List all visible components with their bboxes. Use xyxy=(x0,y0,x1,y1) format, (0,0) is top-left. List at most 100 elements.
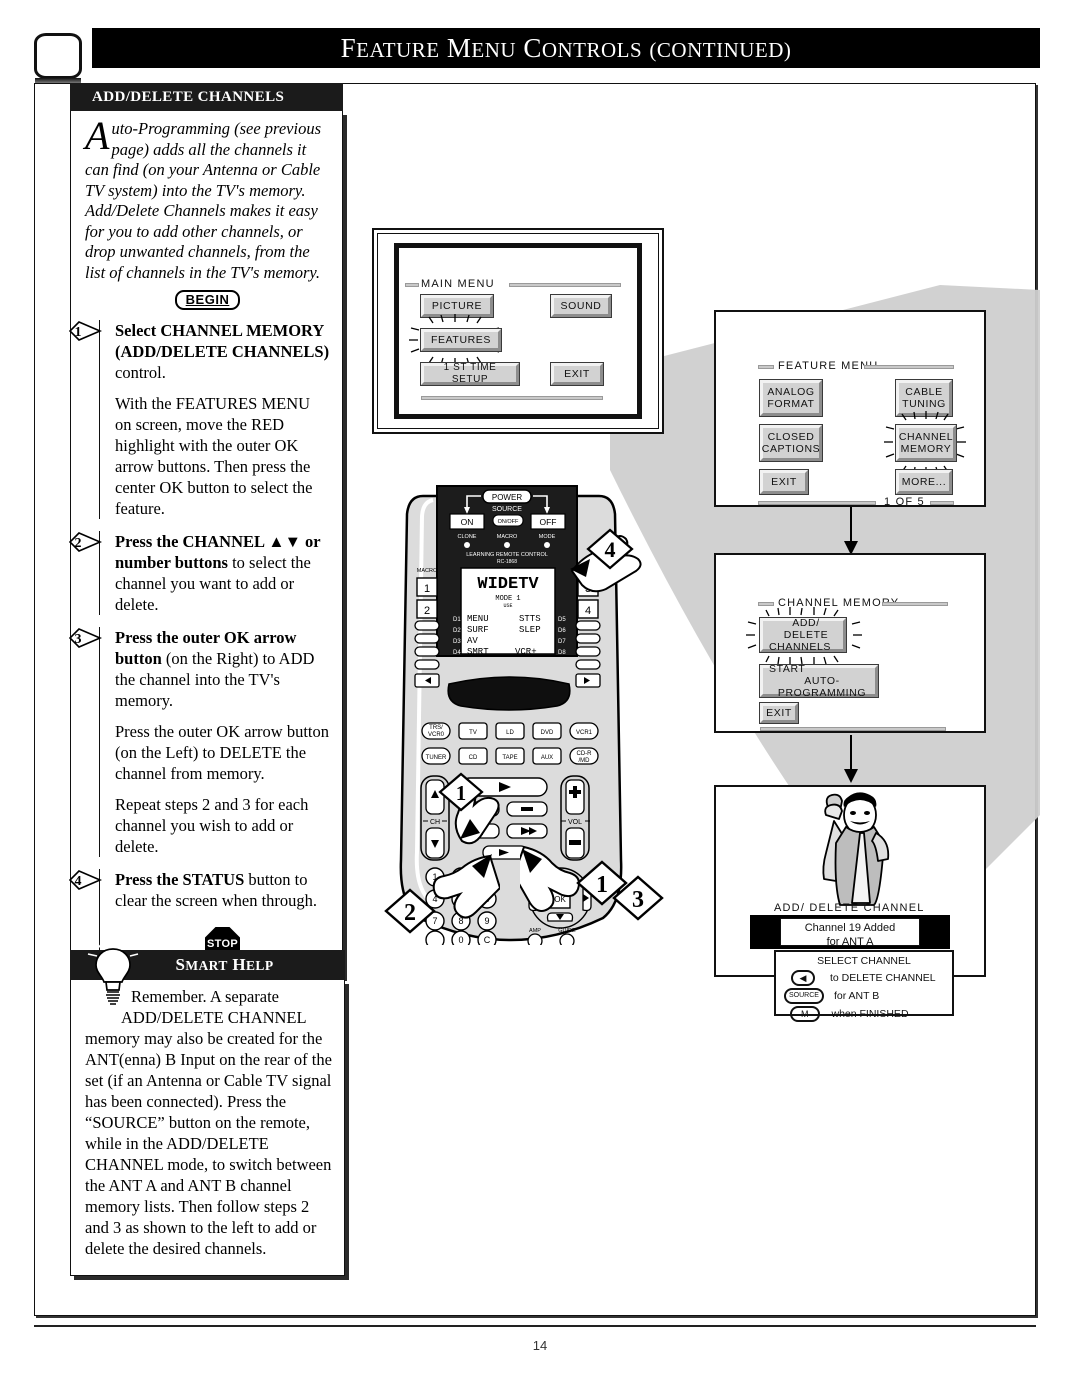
fb-cm-l2: MEMORY xyxy=(900,443,952,455)
svg-text:2: 2 xyxy=(404,900,416,926)
step-1-rest: control. xyxy=(115,363,166,382)
status-message-box: Channel 19 Added for ANT A xyxy=(780,918,920,948)
legend-text-finished: when FINISHED xyxy=(831,1008,909,1020)
source-button-icon[interactable]: SOURCE xyxy=(784,988,824,1004)
svg-text:VCR0: VCR0 xyxy=(428,732,445,738)
feature-button-more[interactable]: MORE... xyxy=(895,469,953,495)
legend-title: SELECT CHANNEL xyxy=(817,955,911,967)
main-menu-title: MAIN MENU xyxy=(421,278,495,290)
feature-button-closed-captions[interactable]: CLOSED CAPTIONS xyxy=(759,424,823,462)
svg-text:1: 1 xyxy=(424,583,430,595)
feature-menu-screen: FEATURE MENU ANALOG FORMAT CABLE TUNING … xyxy=(714,310,986,508)
legend-text-source: for ANT B xyxy=(833,990,880,1002)
status-line-1: Channel 19 Added xyxy=(804,922,896,934)
legend-box: SELECT CHANNEL ◀ to DELETE CHANNEL SOURC… xyxy=(774,950,954,1022)
svg-text:D7: D7 xyxy=(558,639,566,645)
legend-row-delete: ◀ to DELETE CHANNEL xyxy=(776,970,952,986)
intro-paragraph: Auto-Programming (see previous page) add… xyxy=(85,116,330,283)
fb-analog-l1: ANALOG xyxy=(767,386,815,398)
menu-button-exit[interactable]: EXIT xyxy=(550,362,604,386)
menu-button-picture[interactable]: PICTURE xyxy=(420,294,494,318)
svg-text:MODE 1: MODE 1 xyxy=(495,595,520,603)
svg-text:D8: D8 xyxy=(558,650,566,656)
svg-text:SLEP: SLEP xyxy=(519,625,541,635)
svg-text:RC-1868: RC-1868 xyxy=(497,559,517,565)
svg-text:CH: CH xyxy=(430,819,440,826)
cm-start-l2: AUTO-PROGRAMMING xyxy=(777,675,867,699)
step-number-diamond-2: 2 xyxy=(69,532,103,552)
svg-text:4: 4 xyxy=(605,537,616,562)
smart-help-line2: ADD/DELETE CHANNEL xyxy=(121,1008,307,1027)
cm-bottom-rule xyxy=(760,727,946,731)
svg-text:CD: CD xyxy=(469,755,478,761)
fb-cm-l1: CHANNEL xyxy=(898,431,954,443)
step-number-diamond-1: 1 xyxy=(69,321,103,341)
flow-arrow-down-2 xyxy=(844,735,858,783)
svg-text:TAPE: TAPE xyxy=(502,755,517,761)
svg-text:SURF: SURF xyxy=(467,625,489,635)
step-2-lead: Press the CHANNEL ▲▼ or number buttons t… xyxy=(115,531,330,615)
add-delete-title: ADD/ DELETE CHANNEL xyxy=(774,902,925,914)
page-title: FEATURE MENU CONTROLS (CONTINUED) xyxy=(340,33,792,63)
svg-text:SOURCE: SOURCE xyxy=(492,506,522,513)
cm-button-add-delete-channels[interactable]: ADD/ DELETE CHANNELS xyxy=(759,617,847,653)
cm-rule-left xyxy=(758,602,774,606)
menu-button-1st-time-setup[interactable]: 1 ST TIME SETUP xyxy=(420,362,520,386)
menu-button-sound[interactable]: SOUND xyxy=(550,294,612,318)
step-number-diamond-3: 3 xyxy=(69,628,103,648)
feature-menu-page-indicator: 1 OF 5 xyxy=(884,496,925,508)
cm-add-l2: CHANNELS xyxy=(769,641,831,653)
begin-label: BEGIN xyxy=(174,290,241,310)
add-delete-channels-panel: ADD/DELETE CHANNELS Auto-Programming (se… xyxy=(69,83,343,977)
step-3-lead: Press the outer OK arrow button (on the … xyxy=(115,627,330,711)
feature-button-analog-format[interactable]: ANALOG FORMAT xyxy=(759,379,823,417)
svg-text:4: 4 xyxy=(75,874,82,889)
menu-button-features[interactable]: FEATURES xyxy=(420,328,502,352)
step-rule xyxy=(99,320,100,519)
fb-cable-l1: CABLE xyxy=(905,386,943,398)
channel-memory-screen: CHANNEL MEMORY ADD/ DELETE CHANNELS STAR… xyxy=(714,553,986,733)
callout-diamond-2: 2 xyxy=(384,888,436,934)
svg-text:LD: LD xyxy=(506,730,514,736)
cm-button-start-auto-programming[interactable]: START AUTO-PROGRAMMING xyxy=(759,663,879,699)
svg-text:MACRO: MACRO xyxy=(497,534,518,540)
main-menu-screen: MAIN MENU PICTURE SOUND FEATURES 1 ST TI… xyxy=(394,243,642,419)
begin-marker: BEGIN xyxy=(85,290,330,310)
legend-row-source: SOURCE for ANT B xyxy=(776,988,952,1004)
fb-cc-l1: CLOSED xyxy=(767,431,815,443)
svg-text:2: 2 xyxy=(75,536,82,551)
cm-button-exit[interactable]: EXIT xyxy=(759,702,799,724)
svg-text:D1: D1 xyxy=(453,617,461,623)
arrow-left-button-icon[interactable]: ◀ xyxy=(788,970,818,986)
svg-text:SMRT: SMRT xyxy=(467,647,489,657)
svg-text:TRS/: TRS/ xyxy=(429,725,443,731)
svg-text:WIDETV: WIDETV xyxy=(477,575,539,594)
svg-text:4: 4 xyxy=(585,605,591,617)
step-4: 4 Press the STATUS button to clear the s… xyxy=(69,869,330,962)
feature-button-channel-memory[interactable]: CHANNEL MEMORY xyxy=(895,424,957,462)
menu-bottom-rule xyxy=(421,396,603,400)
svg-text:OFF: OFF xyxy=(540,517,557,527)
fb-cable-l2: TUNING xyxy=(902,398,946,410)
svg-text:D6: D6 xyxy=(558,628,566,634)
svg-text:VOL: VOL xyxy=(568,819,582,826)
step-1-extra: With the FEATURES MENU on screen, move t… xyxy=(115,394,313,518)
flow-arrow-down-1 xyxy=(844,507,858,555)
feature-button-exit[interactable]: EXIT xyxy=(759,469,809,495)
tv-screen-icon xyxy=(34,33,82,83)
svg-text:D5: D5 xyxy=(558,617,566,623)
feature-button-cable-tuning[interactable]: CABLE TUNING xyxy=(895,379,953,417)
step-3-extra2: Repeat steps 2 and 3 for each channel yo… xyxy=(115,795,309,856)
fm-rule-left xyxy=(758,365,774,369)
step-number-diamond-4: 4 xyxy=(69,870,103,890)
menu-button-icon[interactable]: M xyxy=(790,1006,820,1022)
step-4-bold: Press the STATUS xyxy=(115,870,245,889)
svg-text:CD-R: CD-R xyxy=(577,751,593,757)
cm-start-l1: START xyxy=(769,663,806,675)
svg-text:STTS: STTS xyxy=(519,614,541,624)
page-header-bar: FEATURE MENU CONTROLS (CONTINUED) xyxy=(92,28,1040,68)
main-menu-tv: MAIN MENU PICTURE SOUND FEATURES 1 ST TI… xyxy=(372,228,664,434)
footer-rule xyxy=(34,1325,1036,1327)
fm-bottom-rule-left xyxy=(758,501,876,505)
page-number: 14 xyxy=(532,1338,548,1353)
